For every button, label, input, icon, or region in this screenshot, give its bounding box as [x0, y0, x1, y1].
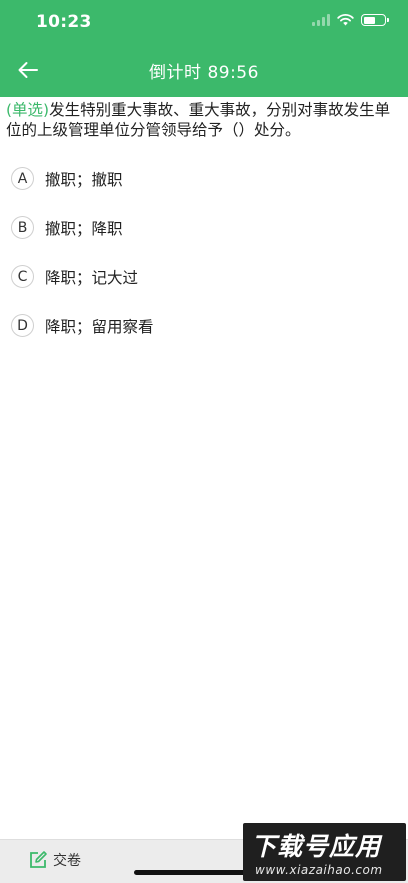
status-icons	[312, 14, 389, 26]
question-type-label: (单选)	[6, 101, 50, 119]
submit-label: 交卷	[53, 853, 81, 869]
question-text: (单选)发生特别重大事故、重大事故，分别对事故发生单位的上级管理单位分管领导给予…	[0, 97, 408, 140]
option-b[interactable]: B 撤职；降职	[0, 203, 408, 252]
battery-icon	[361, 14, 389, 26]
option-letter: A	[11, 167, 34, 190]
app-header: 10:23 倒计时 89:56	[0, 0, 408, 97]
watermark-title: 下载号应用	[251, 832, 382, 861]
nav-bar: 倒计时 89:56	[0, 44, 408, 97]
option-a[interactable]: A 撤职；撤职	[0, 154, 408, 203]
signal-icon	[312, 14, 330, 26]
option-text: 降职；留用察看	[45, 317, 154, 336]
countdown-title: 倒计时 89:56	[149, 63, 259, 83]
arrow-left-icon	[18, 62, 38, 78]
exam-screen: 10:23 倒计时 89:56 (单选)发生特别重大事故、重大事故，分别对事故发…	[0, 0, 408, 883]
option-letter: B	[11, 216, 34, 239]
status-bar: 10:23	[0, 0, 408, 44]
option-d[interactable]: D 降职；留用察看	[0, 301, 408, 350]
status-time: 10:23	[36, 12, 92, 32]
back-button[interactable]	[14, 56, 42, 84]
option-c[interactable]: C 降职；记大过	[0, 252, 408, 301]
question-body: 发生特别重大事故、重大事故，分别对事故发生单位的上级管理单位分管领导给予（）处分…	[6, 101, 391, 139]
option-letter: C	[11, 265, 34, 288]
watermark-logo: 下载号应用 www.xiazaihao.com	[243, 823, 406, 881]
option-text: 降职；记大过	[45, 268, 139, 287]
option-text: 撤职；撤职	[45, 170, 123, 189]
option-letter: D	[11, 314, 34, 337]
submit-button[interactable]: 交卷	[28, 850, 81, 870]
option-text: 撤职；降职	[45, 219, 123, 238]
watermark-url: www.xiazaihao.com	[255, 863, 383, 877]
wifi-icon	[337, 14, 354, 26]
option-list: A 撤职；撤职 B 撤职；降职 C 降职；记大过 D 降职；留用察看	[0, 154, 408, 350]
edit-icon	[30, 851, 47, 868]
